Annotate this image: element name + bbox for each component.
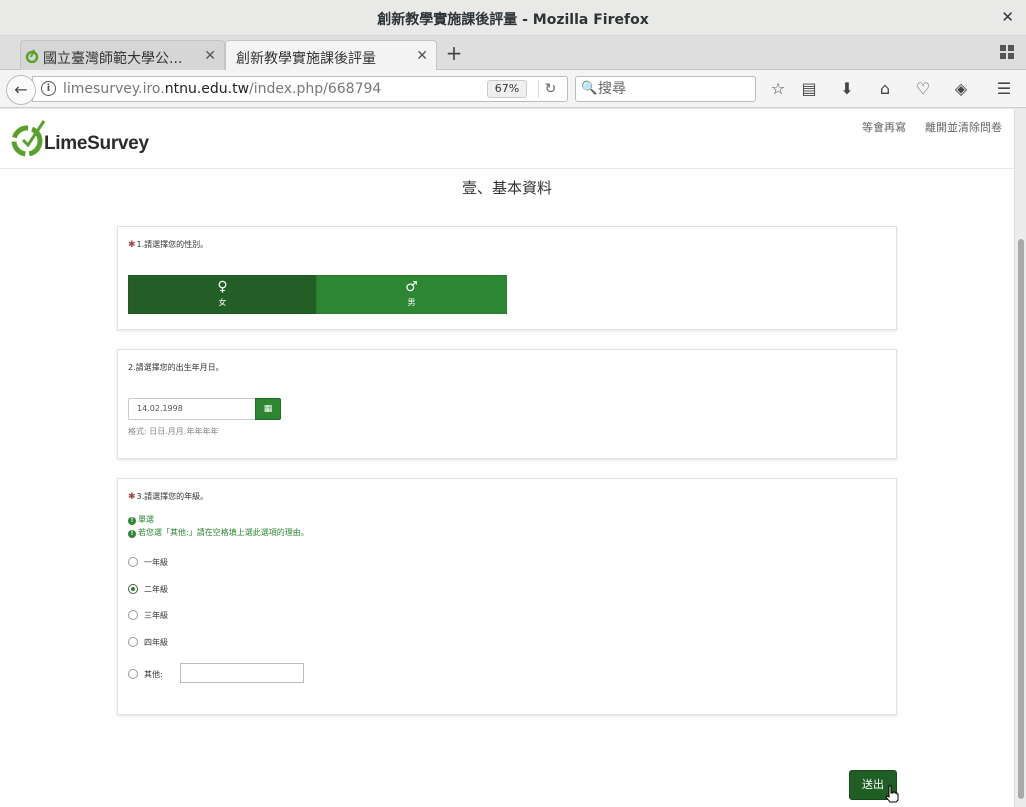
- required-mark: ✱: [128, 240, 136, 250]
- question-grade: ✱3.請選擇您的年級。 ! 單選 ! 若您選「其他:」請在空格填上選此選項的理由。 …: [117, 478, 897, 715]
- tip-single-choice: ! 單選: [128, 514, 154, 525]
- female-icon: ♀: [217, 279, 228, 295]
- required-mark: ✱: [128, 492, 136, 502]
- reload-icon[interactable]: ↻: [538, 80, 562, 98]
- pocket-icon[interactable]: ♡: [912, 79, 934, 99]
- tip-other-reason: ! 若您選「其他:」請在空格填上選此選項的理由。: [128, 527, 309, 538]
- info-icon: !: [128, 530, 136, 538]
- zoom-level-button[interactable]: 67%: [487, 80, 527, 98]
- radio-label: 三年級: [144, 611, 168, 620]
- gender-female-button[interactable]: ♀ 女: [128, 275, 317, 314]
- question-text: ✱3.請選擇您的年級。: [128, 492, 209, 502]
- info-icon: !: [128, 517, 136, 525]
- male-icon: ♂: [405, 279, 418, 295]
- question-birthdate: 2.請選擇您的出生年月日。 14.02.1998 ▦ 格式: 日日.月月.年年年…: [117, 349, 897, 459]
- radio-button[interactable]: [128, 610, 138, 620]
- page-content: LimeSurvey 等會再寫 離開並清除問卷 壹、基本資料 ✱1.請選擇您的性…: [0, 109, 1014, 807]
- bookmark-star-icon[interactable]: ☆: [767, 79, 789, 99]
- radio-button[interactable]: [128, 669, 138, 679]
- search-input[interactable]: [598, 80, 748, 98]
- menu-icon[interactable]: ☰: [993, 79, 1015, 99]
- calendar-icon[interactable]: ▦: [255, 398, 281, 420]
- resume-later-link[interactable]: 等會再寫: [862, 119, 906, 135]
- limesurvey-logo[interactable]: LimeSurvey: [10, 119, 170, 161]
- tab-label: 國立臺灣師範大學公...: [43, 51, 183, 67]
- extension-icon[interactable]: ◈: [950, 79, 972, 99]
- scroll-thumb[interactable]: [1018, 239, 1024, 799]
- tab-survey[interactable]: 創新教學實施課後評量 ✕: [225, 40, 437, 71]
- radio-button[interactable]: [128, 637, 138, 647]
- search-icon: 🔍: [581, 81, 598, 96]
- url-bar[interactable]: i limesurvey.iro.ntnu.edu.tw/index.php/6…: [32, 76, 568, 102]
- navigation-bar: i limesurvey.iro.ntnu.edu.tw/index.php/6…: [0, 70, 1026, 108]
- tab-bar: 國立臺灣師範大學公... ✕ 創新教學實施課後評量 ✕: [0, 36, 1026, 71]
- close-tab-icon[interactable]: ✕: [416, 48, 428, 64]
- home-icon[interactable]: ⌂: [874, 79, 896, 99]
- group-title: 壹、基本資料: [461, 179, 552, 197]
- close-tab-icon[interactable]: ✕: [204, 48, 216, 64]
- radio-label: 二年級: [144, 585, 168, 594]
- tab-list-icon[interactable]: [1000, 45, 1014, 59]
- url-text[interactable]: limesurvey.iro.ntnu.edu.tw/index.php/668…: [63, 81, 381, 97]
- new-tab-button[interactable]: +: [444, 41, 464, 65]
- radio-label: 一年級: [144, 558, 168, 567]
- gender-label: 男: [407, 298, 416, 307]
- page-scrollbar[interactable]: [1014, 109, 1026, 807]
- lime-logo-icon: [11, 120, 46, 157]
- radio-label: 其他:: [144, 670, 163, 679]
- window-title: 創新教學實施課後評量 - Mozilla Firefox: [377, 12, 649, 28]
- close-window-icon[interactable]: ✕: [1001, 8, 1014, 26]
- search-bar[interactable]: 🔍: [575, 76, 756, 102]
- back-button[interactable]: ←: [6, 75, 36, 105]
- other-text-input[interactable]: [180, 663, 304, 683]
- gender-male-button[interactable]: ♂ 男: [316, 275, 507, 314]
- browser-window: 創新教學實施課後評量 - Mozilla Firefox ✕ 國立臺灣師範大學公…: [0, 0, 1026, 807]
- radio-button[interactable]: [128, 584, 138, 594]
- exit-clear-link[interactable]: 離開並清除問卷: [925, 119, 1002, 135]
- question-gender: ✱1.請選擇您的性別。 ♀ 女 ♂ 男: [117, 226, 897, 330]
- reading-list-icon[interactable]: ▤: [798, 79, 820, 99]
- radio-button[interactable]: [128, 557, 138, 567]
- question-text: ✱1.請選擇您的性別。: [128, 240, 209, 250]
- tab-ntnu[interactable]: 國立臺灣師範大學公... ✕: [20, 40, 225, 70]
- radio-label: 四年級: [144, 638, 168, 647]
- gender-label: 女: [218, 298, 227, 307]
- site-header: LimeSurvey 等會再寫 離開並清除問卷: [0, 109, 1014, 169]
- date-format-hint: 格式: 日日.月月.年年年年: [128, 427, 219, 436]
- birthdate-input[interactable]: 14.02.1998: [128, 398, 256, 420]
- downloads-icon[interactable]: ⬇: [836, 79, 858, 99]
- info-icon[interactable]: i: [41, 81, 56, 96]
- question-text: 2.請選擇您的出生年月日。: [128, 363, 224, 372]
- title-bar: 創新教學實施課後評量 - Mozilla Firefox ✕: [0, 0, 1026, 36]
- logo-text: LimeSurvey: [44, 133, 149, 154]
- limesurvey-favicon-icon: [25, 49, 39, 63]
- tab-label: 創新教學實施課後評量: [236, 51, 376, 67]
- hand-cursor-icon: [885, 785, 899, 803]
